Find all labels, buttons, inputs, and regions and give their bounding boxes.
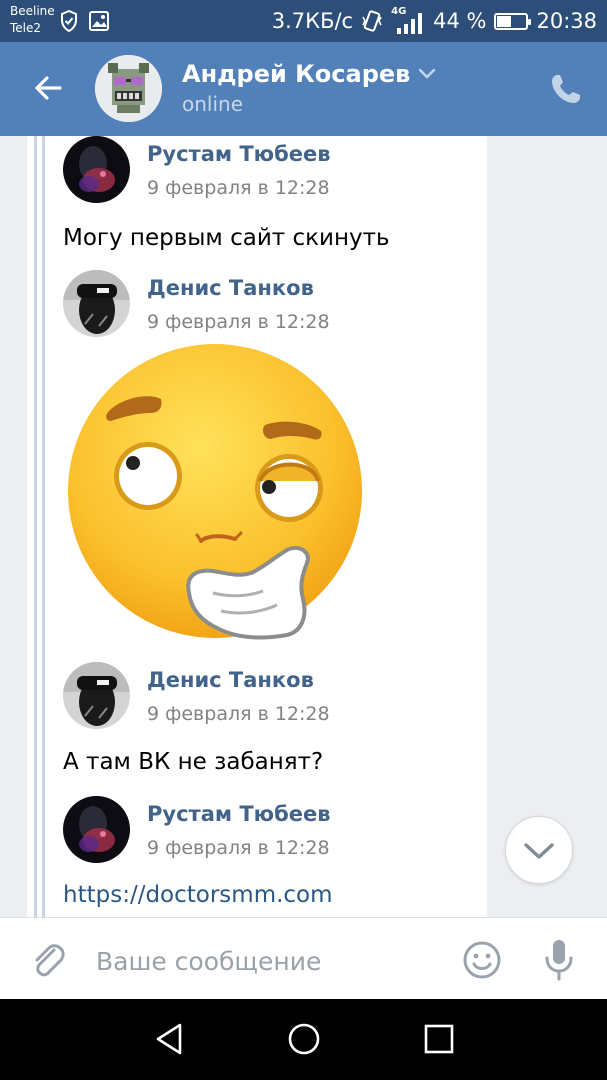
paperclip-icon[interactable] xyxy=(28,940,68,980)
vibrate-icon xyxy=(362,10,382,32)
message-text: А там ВК не забанят? xyxy=(63,749,324,775)
message-date: 9 февраля в 12:28 xyxy=(147,703,330,725)
author-name[interactable]: Рустам Тюбеев xyxy=(147,142,331,166)
forward-indicator-line xyxy=(34,136,37,917)
battery-percent: 44 % xyxy=(433,9,487,33)
rustam-avatar-image xyxy=(63,136,130,203)
author-avatar[interactable] xyxy=(63,662,130,729)
contact-avatar[interactable] xyxy=(95,55,162,122)
forward-indicator-line xyxy=(42,136,45,917)
back-arrow-icon[interactable] xyxy=(30,70,66,106)
emoji-icon[interactable] xyxy=(462,940,502,980)
author-name[interactable]: Денис Танков xyxy=(147,668,314,692)
skull-avatar-image xyxy=(95,55,162,122)
network-speed: 3.7КБ/с xyxy=(271,9,354,33)
denis-avatar-image xyxy=(63,270,130,337)
status-bar: Beeline Tele2 3.7КБ/с 4G 44 % 20:38 xyxy=(0,0,607,42)
signal-icon xyxy=(397,13,423,34)
message-date: 9 февраля в 12:28 xyxy=(147,177,330,199)
home-circle-icon[interactable] xyxy=(286,1021,322,1057)
contact-status: online xyxy=(182,92,244,116)
signal-indicator: 4G xyxy=(391,6,425,34)
chevron-down-icon xyxy=(524,843,554,859)
phone-icon[interactable] xyxy=(549,72,583,106)
gallery-icon xyxy=(89,11,109,31)
battery-level-fill xyxy=(497,15,511,27)
message-text: Могу первым сайт скинуть xyxy=(63,225,390,251)
message-input[interactable] xyxy=(96,942,436,980)
scroll-down-button[interactable] xyxy=(505,816,573,884)
microphone-icon[interactable] xyxy=(541,938,577,982)
carrier-names: Beeline Tele2 xyxy=(10,3,55,37)
system-navigation-bar xyxy=(0,999,607,1080)
author-name[interactable]: Денис Танков xyxy=(147,276,314,300)
status-indicators: 3.7КБ/с 4G 44 % 20:38 xyxy=(271,6,597,35)
message-date: 9 февраля в 12:28 xyxy=(147,837,330,859)
carrier-1: Beeline xyxy=(10,4,55,18)
author-name[interactable]: Рустам Тюбеев xyxy=(147,802,331,826)
message-date: 9 февраля в 12:28 xyxy=(147,311,330,333)
contact-name: Андрей Косарев xyxy=(182,60,411,88)
message-composer xyxy=(0,917,607,999)
author-avatar[interactable] xyxy=(63,270,130,337)
thinking-face-sticker[interactable] xyxy=(63,341,373,651)
denis-avatar-image xyxy=(63,662,130,729)
message-list[interactable]: Рустам Тюбеев 9 февраля в 12:28 Могу пер… xyxy=(0,136,607,917)
author-avatar[interactable] xyxy=(63,796,130,863)
author-avatar[interactable] xyxy=(63,136,130,203)
shield-icon xyxy=(61,10,77,32)
chevron-down-icon xyxy=(419,68,436,79)
rustam-avatar-image xyxy=(63,796,130,863)
carrier-2: Tele2 xyxy=(10,21,42,35)
clock: 20:38 xyxy=(536,9,597,33)
contact-name-button[interactable]: Андрей Косарев xyxy=(182,60,436,88)
message-link[interactable]: https://doctorsmm.com xyxy=(63,882,333,908)
back-triangle-icon[interactable] xyxy=(152,1021,188,1057)
battery-icon xyxy=(494,12,532,30)
chat-header: Андрей Косарев online xyxy=(0,42,607,136)
recents-square-icon[interactable] xyxy=(421,1021,457,1057)
